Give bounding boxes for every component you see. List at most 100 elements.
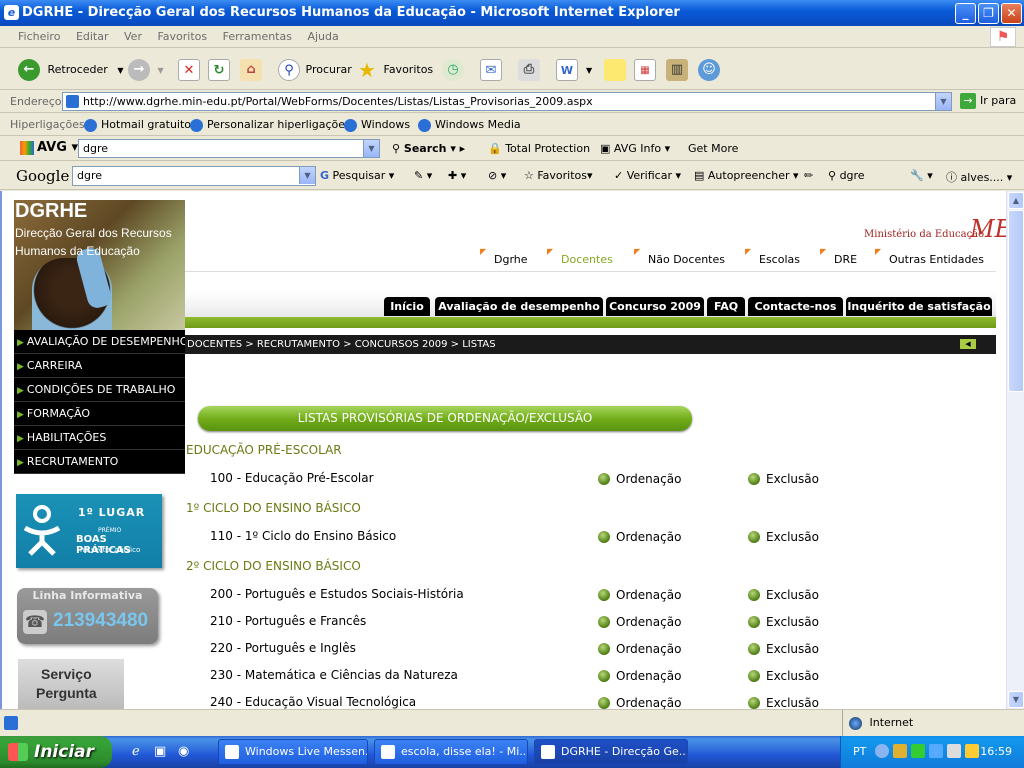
exclusao-link[interactable]: Exclusão — [748, 472, 819, 486]
clock[interactable]: 16:59 — [980, 745, 1012, 758]
google-pagerank-icon[interactable]: ✎ ▾ — [414, 169, 432, 182]
menu-ferramentas[interactable]: Ferramentas — [217, 26, 298, 47]
google-dropdown-icon[interactable]: ▼ — [299, 167, 315, 184]
menu-editar[interactable]: Editar — [70, 26, 115, 47]
ordenacao-link[interactable]: Ordenação — [598, 642, 681, 656]
tab-inicio[interactable]: Início — [384, 297, 430, 316]
task-dgrhe[interactable]: DGRHE - Direcção Ge... — [534, 739, 688, 765]
stop-button[interactable]: ✕ — [178, 57, 200, 83]
tab-contacte-nos[interactable]: Contacte-nos — [748, 297, 843, 316]
exclusao-link[interactable]: Exclusão — [748, 642, 819, 656]
avg-dropdown-icon[interactable]: ▼ — [363, 140, 379, 157]
topnav-escolas[interactable]: ◤ Escolas — [745, 247, 800, 266]
ordenacao-link[interactable]: Ordenação — [598, 530, 681, 544]
exclusao-link[interactable]: Exclusão — [748, 530, 819, 544]
topnav-dre[interactable]: ◤ DRE — [820, 247, 857, 266]
nav-condicoes[interactable]: ▶ CONDIÇÕES DE TRABALHO — [14, 378, 185, 402]
edit-button[interactable]: W ▼ — [556, 57, 592, 83]
vertical-scrollbar[interactable]: ▲ ▼ — [1006, 191, 1024, 709]
menu-ficheiro[interactable]: Ficheiro — [12, 26, 66, 47]
tab-faq[interactable]: FAQ — [707, 297, 745, 316]
quick-launch-media-icon[interactable]: ◉ — [178, 744, 189, 759]
avg-search-input[interactable]: dgre ▼ — [78, 139, 380, 158]
google-dgre-button[interactable]: ⚲ dgre — [828, 169, 865, 182]
task-escola[interactable]: escola, disse ela! - Mi... — [374, 739, 528, 765]
history-button[interactable]: ◷ — [442, 57, 464, 83]
go-button[interactable]: → Ir para — [960, 93, 1016, 109]
close-button[interactable]: ✕ — [1001, 3, 1022, 24]
address-dropdown-icon[interactable]: ▼ — [935, 93, 951, 110]
messenger-button[interactable]: ☺ — [698, 57, 720, 83]
ministry-logo[interactable]: Ministério da Educação ME — [864, 215, 1006, 243]
avg-tray-icon[interactable] — [947, 744, 961, 758]
start-button[interactable]: Iniciar — [0, 736, 112, 768]
nav-habilitacoes[interactable]: ▶ HABILITAÇÕES — [14, 426, 185, 450]
topnav-docentes[interactable]: ◤ Docentes — [547, 247, 613, 266]
ordenacao-link[interactable]: Ordenação — [598, 472, 681, 486]
google-plus-icon[interactable]: ✚ ▾ — [448, 169, 466, 182]
link-windows[interactable]: Windows — [344, 118, 410, 132]
address-input[interactable]: http://www.dgrhe.min-edu.pt/Portal/WebFo… — [62, 92, 952, 111]
tab-avaliacao[interactable]: Avaliação de desempenho — [435, 297, 603, 316]
search-button[interactable]: ⚲ Procurar — [278, 57, 352, 83]
research-button[interactable]: ▥ — [666, 57, 688, 83]
menu-favoritos[interactable]: Favoritos — [151, 26, 213, 47]
scroll-up-icon[interactable]: ▲ — [1008, 192, 1024, 209]
topnav-dgrhe[interactable]: ◤ Dgrhe — [480, 247, 528, 266]
forward-button[interactable]: → ▼ — [128, 57, 164, 83]
servico-pergunta-banner[interactable]: Serviço Pergunta — [18, 659, 124, 709]
avg-info-button[interactable]: ▣ AVG Info ▾ — [600, 142, 670, 155]
avg-get-more-button[interactable]: Get More — [688, 142, 738, 155]
print-button[interactable]: ⎙ — [518, 57, 540, 83]
favorites-button[interactable]: ★ Favoritos — [356, 57, 433, 83]
ordenacao-link[interactable]: Ordenação — [598, 588, 681, 602]
tab-inquerito[interactable]: Inquérito de satisfação — [846, 297, 992, 316]
google-pesquisar-button[interactable]: G Pesquisar ▾ — [320, 169, 394, 182]
menu-ajuda[interactable]: Ajuda — [301, 26, 344, 47]
tab-concurso-2009[interactable]: Concurso 2009 — [606, 297, 704, 316]
exclusao-link[interactable]: Exclusão — [748, 696, 819, 709]
scroll-down-icon[interactable]: ▼ — [1008, 691, 1024, 708]
refresh-button[interactable]: ↻ — [208, 57, 230, 83]
boas-praticas-award-banner[interactable]: 1º LUGAR PRÉMIO BOAS PRÁTICAS no sector … — [16, 494, 162, 568]
ordenacao-link[interactable]: Ordenação — [598, 696, 681, 709]
ordenacao-link[interactable]: Ordenação — [598, 669, 681, 683]
google-autopreencher-button[interactable]: ▤ Autopreencher ▾ — [694, 169, 799, 182]
maximize-button[interactable]: ❐ — [978, 3, 999, 24]
avg-search-button[interactable]: ⚲ Search ▾ ▸ — [392, 142, 465, 155]
link-windows-media[interactable]: Windows Media — [418, 118, 521, 132]
google-favoritos-button[interactable]: ☆ Favoritos▾ — [524, 169, 593, 182]
nav-formacao[interactable]: ▶ FORMAÇÃO — [14, 402, 185, 426]
home-button[interactable]: ⌂ — [240, 57, 262, 83]
dgrhe-banner[interactable]: DGRHE Direcção Geral dos Recursos Humano… — [14, 200, 185, 330]
avg-protection-button[interactable]: 🔒 Total Protection — [488, 142, 590, 155]
google-highlight-icon[interactable]: ✏ — [804, 169, 813, 182]
breadcrumb-text[interactable]: DOCENTES > RECRUTAMENTO > CONCURSOS 2009… — [187, 339, 496, 350]
minimize-button[interactable]: _ — [955, 3, 976, 24]
task-messenger[interactable]: Windows Live Messen... — [218, 739, 368, 765]
security-shield-icon[interactable] — [893, 744, 907, 758]
mail-button[interactable]: ✉ — [480, 57, 502, 83]
calendar-button[interactable]: ▦ — [634, 57, 656, 83]
network-icon[interactable] — [929, 744, 943, 758]
back-button[interactable]: ← Retroceder ▼ — [18, 57, 123, 83]
exclusao-link[interactable]: Exclusão — [748, 615, 819, 629]
language-indicator[interactable]: PT — [853, 745, 866, 758]
quick-launch-ie-icon[interactable]: ℯ — [132, 744, 140, 759]
google-settings-icon[interactable]: 🔧 ▾ — [910, 169, 933, 182]
exclusao-link[interactable]: Exclusão — [748, 669, 819, 683]
nav-recrutamento[interactable]: ▶ RECRUTAMENTO — [14, 450, 185, 474]
google-logo[interactable]: Google — [16, 167, 69, 185]
menu-ver[interactable]: Ver — [118, 26, 148, 47]
google-user-button[interactable]: ⓘ alves.... ▾ — [946, 169, 1012, 185]
quick-launch-desktop-icon[interactable]: ▣ — [154, 744, 166, 759]
ordenacao-link[interactable]: Ordenação — [598, 615, 681, 629]
avg-logo[interactable]: AVG ▾ — [20, 140, 78, 155]
nav-avaliacao[interactable]: ▶ AVALIAÇÃO DE DESEMPENHO — [14, 330, 188, 354]
google-popup-blocker-icon[interactable]: ⊘ ▾ — [488, 169, 506, 182]
scroll-thumb[interactable] — [1008, 210, 1024, 392]
security-zone[interactable]: Internet — [842, 710, 1012, 736]
topnav-nao-docentes[interactable]: ◤ Não Docentes — [634, 247, 725, 266]
topnav-outras-entidades[interactable]: ◤ Outras Entidades — [875, 247, 984, 266]
note-button[interactable] — [604, 57, 626, 83]
